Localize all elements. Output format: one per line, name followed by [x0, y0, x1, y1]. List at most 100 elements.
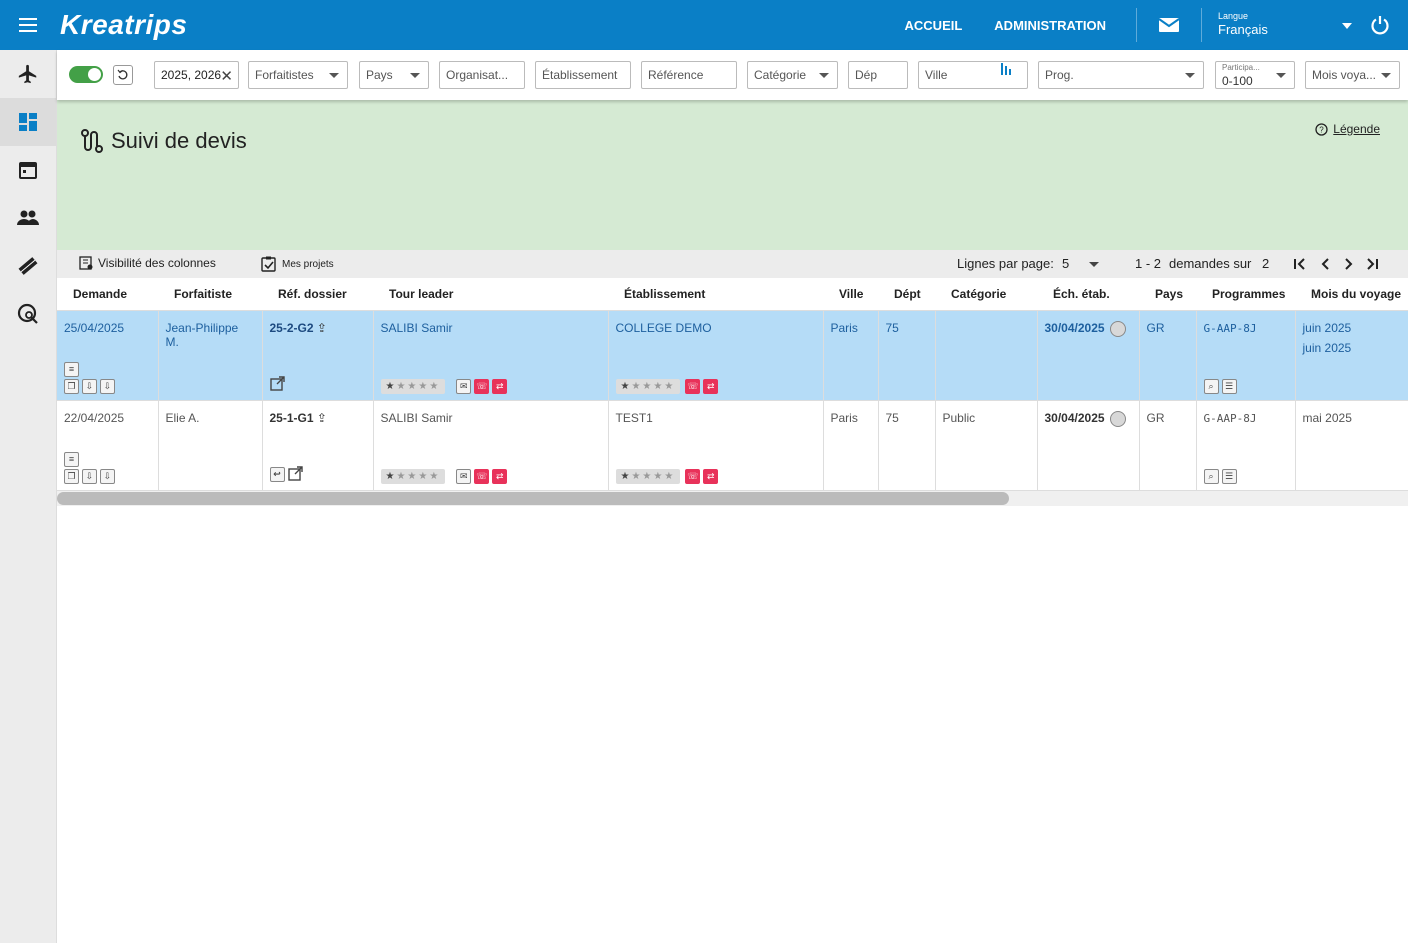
categorie-filter[interactable]: Catégorie — [747, 61, 838, 89]
download-icon[interactable]: ⇩ — [100, 378, 115, 394]
prev-page-icon[interactable] — [1319, 257, 1331, 274]
col-etablissement[interactable]: Établissement — [608, 278, 823, 311]
chevron-down-icon[interactable] — [1089, 262, 1099, 267]
copy-icon[interactable]: ❐ — [64, 468, 79, 484]
sidebar-item-search[interactable] — [0, 290, 56, 338]
col-categorie[interactable]: Catégorie — [935, 278, 1037, 311]
programme-code[interactable]: G-AAP-8J — [1204, 412, 1257, 425]
col-mois-voyage[interactable]: Mois du voyage — [1295, 278, 1408, 311]
status-circle-icon[interactable] — [1109, 320, 1126, 337]
col-forfaitiste[interactable]: Forfaitiste — [158, 278, 262, 311]
reference-filter[interactable]: Référence — [641, 61, 737, 89]
download-icon[interactable]: ⇩ — [82, 468, 97, 484]
last-page-icon[interactable] — [1365, 257, 1379, 274]
rows-per-page-select[interactable]: 5 — [1062, 256, 1069, 271]
sidebar-item-calendar[interactable] — [0, 146, 56, 194]
forfaitiste-name[interactable]: Elie A. — [166, 411, 200, 425]
open-external-icon[interactable] — [287, 465, 303, 484]
notes-icon[interactable]: ≡ — [64, 361, 79, 377]
etablissement-filter[interactable]: Établissement — [535, 61, 631, 89]
tour-leader-name[interactable]: SALIBI Samir — [381, 321, 453, 335]
share-icon[interactable]: ⇪ — [317, 321, 327, 335]
power-icon[interactable] — [1352, 15, 1408, 35]
scrollbar-thumb[interactable] — [57, 492, 1009, 505]
ref-dossier[interactable]: 25-1-G1 — [270, 411, 314, 425]
copy-icon[interactable]: ❐ — [64, 378, 79, 394]
call-icon[interactable]: ☏ — [474, 378, 490, 394]
rating-stars[interactable]: ★ ★★★★ — [615, 468, 681, 484]
prog-filter[interactable]: Prog. — [1038, 61, 1204, 89]
pays-filter[interactable]: Pays — [359, 61, 429, 89]
col-echeance[interactable]: Éch. étab. — [1037, 278, 1139, 311]
comment-icon[interactable]: ☰ — [1221, 468, 1237, 484]
mois-filter[interactable]: Mois voya... — [1305, 61, 1400, 89]
comment-icon[interactable]: ☰ — [1221, 378, 1237, 394]
swap-icon[interactable]: ⇄ — [703, 378, 719, 394]
help-icon: ? — [1315, 122, 1328, 136]
undo-icon[interactable]: ↩ — [269, 467, 285, 482]
call-icon[interactable]: ☏ — [685, 468, 701, 484]
first-page-icon[interactable] — [1293, 257, 1307, 274]
next-page-icon[interactable] — [1343, 257, 1355, 274]
open-external-icon[interactable] — [269, 375, 285, 394]
ref-dossier[interactable]: 25-2-G2 — [270, 321, 314, 335]
ville-filter[interactable]: Ville — [918, 61, 1028, 89]
rating-stars[interactable]: ★ ★★★★ — [380, 468, 446, 484]
tour-leader-name[interactable]: SALIBI Samir — [381, 411, 453, 425]
mail-icon[interactable]: ✉ — [456, 468, 472, 484]
swap-icon[interactable]: ⇄ — [703, 468, 719, 484]
reset-filters-button[interactable] — [113, 65, 133, 85]
etablissement-name[interactable]: COLLEGE DEMO — [616, 321, 712, 335]
forfaitiste-name[interactable]: Jean-Philippe M. — [166, 321, 239, 349]
swap-icon[interactable]: ⇄ — [492, 468, 508, 484]
table-row[interactable]: 22/04/2025 ≡ ❐ ⇩ ⇩ Elie A. 25-1-G1 ⇪ ↩ S… — [57, 400, 1408, 491]
sidebar-item-tickets[interactable] — [0, 242, 56, 290]
nav-accueil[interactable]: ACCUEIL — [905, 18, 963, 33]
columns-visibility-button[interactable]: Visibilité des colonnes — [79, 256, 216, 270]
search-icon[interactable]: ⌕ — [1203, 468, 1219, 484]
participants-filter[interactable]: Participa... 0-100 — [1215, 61, 1295, 89]
menu-icon[interactable] — [0, 0, 56, 50]
call-icon[interactable]: ☏ — [474, 468, 490, 484]
col-tour-leader[interactable]: Tour leader — [373, 278, 608, 311]
col-programmes[interactable]: Programmes — [1196, 278, 1295, 311]
sidebar-item-dashboard[interactable] — [0, 98, 56, 146]
call-icon[interactable]: ☏ — [685, 378, 701, 394]
clipboard-check-icon — [261, 256, 276, 272]
forfaitistes-filter[interactable]: Forfaitistes — [248, 61, 348, 89]
clear-icon[interactable]: ✕ — [220, 67, 233, 85]
col-ref-dossier[interactable]: Réf. dossier — [262, 278, 373, 311]
active-toggle[interactable] — [69, 66, 103, 83]
nav-administration[interactable]: ADMINISTRATION — [994, 18, 1106, 33]
year-filter[interactable]: 2025, 2026 ✕ — [154, 61, 239, 89]
cell-programmes: G-AAP-8J ⌕ ☰ — [1196, 310, 1296, 401]
download-icon[interactable]: ⇩ — [100, 468, 115, 484]
horizontal-scrollbar[interactable] — [57, 491, 1408, 506]
status-circle-icon[interactable] — [1109, 410, 1126, 427]
col-demande[interactable]: Demande — [57, 278, 158, 311]
share-icon[interactable]: ⇪ — [317, 411, 327, 425]
mail-icon[interactable]: ✉ — [456, 378, 472, 394]
legend-link[interactable]: ? Légende — [1315, 122, 1380, 136]
my-projects-button[interactable]: Mes projets — [261, 256, 334, 272]
notes-icon[interactable]: ≡ — [64, 451, 79, 467]
table-row[interactable]: 25/04/2025 ≡ ❐ ⇩ ⇩ Jean-Philippe M. 25-2… — [57, 310, 1408, 401]
dep-filter[interactable]: Dép — [848, 61, 908, 89]
search-icon[interactable]: ⌕ — [1203, 378, 1219, 394]
etablissement-name[interactable]: TEST1 — [616, 411, 653, 425]
sidebar-item-users[interactable] — [0, 194, 56, 242]
col-pays[interactable]: Pays — [1139, 278, 1196, 311]
mail-icon[interactable] — [1137, 17, 1201, 33]
download-icon[interactable]: ⇩ — [82, 378, 97, 394]
app-logo[interactable]: Kreatrips — [60, 9, 187, 41]
col-dept[interactable]: Dépt — [878, 278, 935, 311]
rating-stars[interactable]: ★ ★★★★ — [380, 378, 446, 394]
swap-icon[interactable]: ⇄ — [492, 378, 508, 394]
sidebar-item-voyages[interactable] — [0, 50, 56, 98]
programme-code[interactable]: G-AAP-8J — [1204, 322, 1257, 335]
language-selector[interactable]: Langue Français — [1202, 11, 1352, 39]
sort-icon[interactable] — [1001, 63, 1011, 80]
col-ville[interactable]: Ville — [823, 278, 878, 311]
rating-stars[interactable]: ★ ★★★★ — [615, 378, 681, 394]
organisateur-filter[interactable]: Organisat... — [439, 61, 525, 89]
